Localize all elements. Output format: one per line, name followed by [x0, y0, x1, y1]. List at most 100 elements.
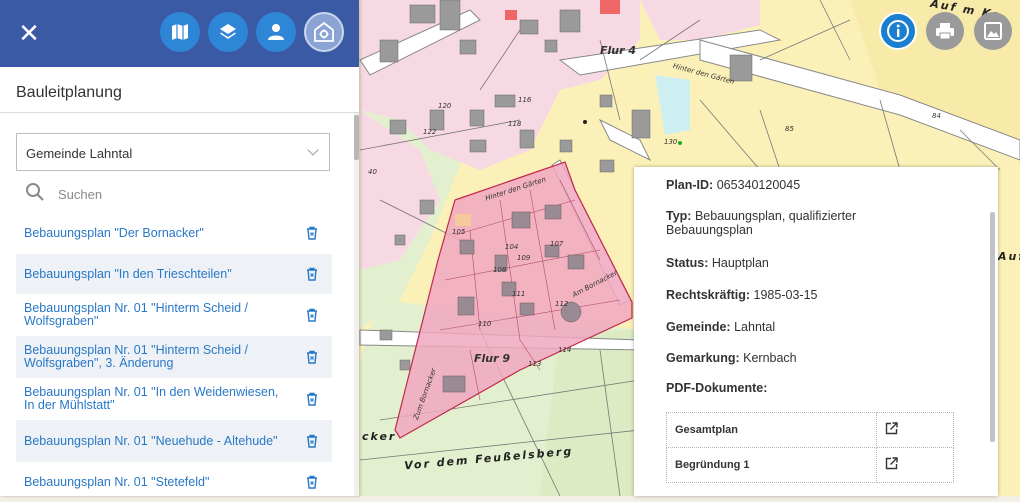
open-document-link[interactable]: [876, 447, 954, 483]
map-label-parcel: 105: [452, 228, 466, 236]
map-label-street: cker: [362, 430, 397, 443]
list-item[interactable]: Bebauungsplan "In den Trieschteilen": [16, 254, 332, 294]
list-item[interactable]: Bebauungsplan "Der Bornacker": [16, 212, 332, 254]
planning-button[interactable]: [304, 12, 344, 52]
info-district: Gemarkung: Kernbach: [666, 351, 906, 365]
plan-link[interactable]: Bebauungsplan "Der Bornacker": [24, 226, 204, 240]
info-label: Rechtskräftig:: [666, 288, 751, 302]
map-button[interactable]: [160, 12, 200, 52]
info-pdf-heading: PDF-Dokumente:: [666, 381, 906, 395]
list-item[interactable]: Bebauungsplan Nr. 01 "Stetefeld": [16, 462, 332, 502]
municipality-select-value: Gemeinde Lahntal: [26, 146, 133, 161]
info-municipality: Gemeinde: Lahntal: [666, 320, 906, 334]
map-label-parcel: 110: [478, 320, 492, 328]
map-label-parcel: 109: [517, 254, 531, 262]
delete-icon[interactable]: [306, 308, 318, 322]
plan-link[interactable]: Bebauungsplan Nr. 01 "Neuehude - Altehud…: [24, 434, 278, 448]
info-label: Status:: [666, 256, 709, 270]
scrollbar-track[interactable]: [354, 113, 359, 496]
layers-icon: [220, 24, 236, 39]
external-link-icon: [885, 457, 898, 470]
user-icon: [268, 24, 284, 40]
map-label-parcel: 104: [505, 243, 519, 251]
map-label-parcel: 130: [664, 138, 678, 146]
divider: [0, 112, 359, 113]
map-label-parcel: 122: [423, 128, 437, 136]
map-label-parcel: 107: [550, 240, 564, 248]
info-value: Hauptplan: [711, 256, 769, 270]
map-label-parcel: 108: [493, 266, 507, 274]
info-value: Kernbach: [743, 351, 797, 365]
user-button[interactable]: [256, 12, 296, 52]
map-label-parcel: 120: [438, 102, 452, 110]
info-type: Typ: Bebauungsplan, qualifizierter Bebau…: [666, 209, 896, 237]
delete-icon[interactable]: [306, 267, 318, 281]
scrollbar-thumb[interactable]: [354, 115, 359, 160]
list-item[interactable]: Bebauungsplan Nr. 01 "Hinterm Scheid / W…: [16, 294, 332, 336]
plan-list: Bebauungsplan "Der Bornacker" Bebauungsp…: [16, 212, 332, 502]
house-gear-icon: [314, 21, 334, 42]
plan-link[interactable]: Bebauungsplan Nr. 01 "Stetefeld": [24, 475, 209, 489]
info-label: Typ:: [666, 209, 692, 223]
map-label-flur-4: Flur 4: [600, 44, 637, 57]
feature-info-panel: Plan-ID: 065340120045 Typ: Bebauungsplan…: [634, 167, 998, 496]
map-icon: [172, 24, 188, 40]
info-button[interactable]: [879, 12, 917, 50]
pdf-documents-table: Gesamtplan Begründung 1: [666, 412, 954, 483]
list-item[interactable]: Bebauungsplan Nr. 01 "Hinterm Scheid / W…: [16, 336, 332, 378]
info-label: Gemeinde:: [666, 320, 731, 334]
info-value: Lahntal: [734, 320, 776, 334]
sidebar: ✕ Bauleitplanung Gemeinde Lahntal Suchen…: [0, 0, 359, 496]
plan-link[interactable]: Bebauungsplan "In den Trieschteilen": [24, 267, 232, 281]
image-icon: [984, 22, 1002, 40]
search-input[interactable]: [56, 182, 330, 206]
layers-button[interactable]: [208, 12, 248, 52]
sidebar-title: Bauleitplanung: [16, 84, 122, 101]
info-scrollbar[interactable]: [990, 212, 995, 442]
map-label-parcel: 85: [785, 125, 794, 133]
table-row: Gesamtplan: [666, 412, 954, 448]
delete-icon[interactable]: [306, 392, 318, 406]
map-label-parcel: 40: [368, 168, 377, 176]
delete-icon[interactable]: [306, 475, 318, 489]
delete-icon[interactable]: [306, 350, 318, 364]
delete-icon[interactable]: [306, 226, 318, 240]
map-label-parcel: 113: [528, 360, 542, 368]
plan-link[interactable]: Bebauungsplan Nr. 01 "Hinterm Scheid / W…: [24, 344, 292, 370]
info-value: 065340120045: [716, 178, 801, 192]
image-button[interactable]: [974, 12, 1012, 50]
chevron-down-icon: [307, 144, 319, 156]
info-label: Plan-ID:: [666, 178, 714, 192]
map-label-parcel: 84: [932, 112, 941, 120]
external-link-icon: [885, 422, 898, 435]
close-icon: ✕: [18, 18, 40, 48]
map-label-parcel: 112: [555, 300, 569, 308]
plan-link[interactable]: Bebauungsplan Nr. 01 "In den Weidenwiese…: [24, 386, 292, 412]
info-value: 1985-03-15: [753, 288, 818, 302]
plan-link[interactable]: Bebauungsplan Nr. 01 "Hinterm Scheid / W…: [24, 302, 292, 328]
sidebar-toolbar: ✕: [0, 0, 359, 67]
list-item[interactable]: Bebauungsplan Nr. 01 "Neuehude - Altehud…: [16, 420, 332, 462]
info-value: Bebauungsplan, qualifizierter Bebauungsp…: [666, 209, 857, 237]
open-document-link[interactable]: [876, 412, 954, 448]
table-row: Begründung 1: [666, 447, 954, 483]
info-label: Gemarkung:: [666, 351, 740, 365]
map-label-parcel: 114: [558, 346, 572, 354]
map-label-street: Auf: [998, 250, 1020, 263]
map-label-parcel: 111: [512, 290, 526, 298]
map-label-parcel: 116: [518, 96, 532, 104]
print-icon: [936, 23, 954, 40]
info-plan-id: Plan-ID: 065340120045: [666, 178, 906, 192]
map-label-flur-9: Flur 9: [474, 352, 511, 365]
info-status: Status: Hauptplan: [666, 256, 906, 270]
info-legal-date: Rechtskräftig: 1985-03-15: [666, 288, 906, 302]
municipality-select[interactable]: Gemeinde Lahntal: [16, 133, 330, 171]
document-name: Begründung 1: [666, 447, 877, 483]
delete-icon[interactable]: [306, 434, 318, 448]
list-item[interactable]: Bebauungsplan Nr. 01 "In den Weidenwiese…: [16, 378, 332, 420]
print-button[interactable]: [926, 12, 964, 50]
search-icon: [26, 183, 44, 201]
map-label-parcel: 118: [508, 120, 522, 128]
close-button[interactable]: ✕: [14, 18, 44, 48]
info-label: PDF-Dokumente:: [666, 381, 768, 395]
